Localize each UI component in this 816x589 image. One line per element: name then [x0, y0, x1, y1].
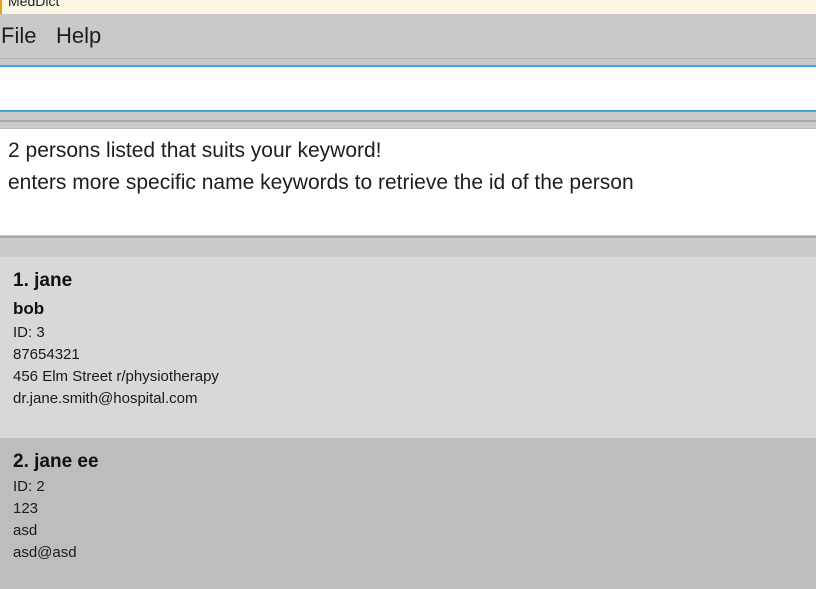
- command-box[interactable]: [0, 65, 816, 112]
- person-phone: 87654321: [13, 346, 80, 363]
- person-address: asd: [13, 522, 38, 539]
- splitter-line: [0, 120, 816, 122]
- title-bar: MedDict: [0, 0, 816, 14]
- window-title: MedDict: [8, 0, 60, 9]
- menu-bar: File Help: [0, 14, 816, 59]
- person-address: 456 Elm Street r/physiotherapy: [13, 368, 219, 385]
- person-phone: 123: [13, 500, 39, 517]
- splitter-result-list[interactable]: [0, 235, 816, 257]
- person-card[interactable]: 2. jane ee ID: 2 123 asd asd@asd: [0, 438, 816, 589]
- person-name: 1. jane: [13, 270, 73, 291]
- person-tag: bob: [13, 299, 45, 318]
- person-id: ID: 2: [13, 478, 45, 495]
- menu-help[interactable]: Help: [56, 23, 101, 49]
- result-message: 2 persons listed that suits your keyword…: [8, 139, 382, 162]
- splitter-line: [0, 236, 816, 238]
- app-icon: [0, 0, 2, 14]
- result-hint: enters more specific name keywords to re…: [8, 171, 634, 194]
- result-display: 2 persons listed that suits your keyword…: [0, 128, 816, 235]
- splitter-command-result[interactable]: [0, 112, 816, 128]
- command-input[interactable]: [0, 67, 816, 110]
- menu-file[interactable]: File: [1, 23, 36, 49]
- person-card[interactable]: 1. jane bob ID: 3 87654321 456 Elm Stree…: [0, 257, 816, 438]
- person-email: asd@asd: [13, 544, 77, 561]
- person-email: dr.jane.smith@hospital.com: [13, 390, 198, 407]
- person-name: 2. jane ee: [13, 451, 99, 472]
- person-id: ID: 3: [13, 324, 45, 341]
